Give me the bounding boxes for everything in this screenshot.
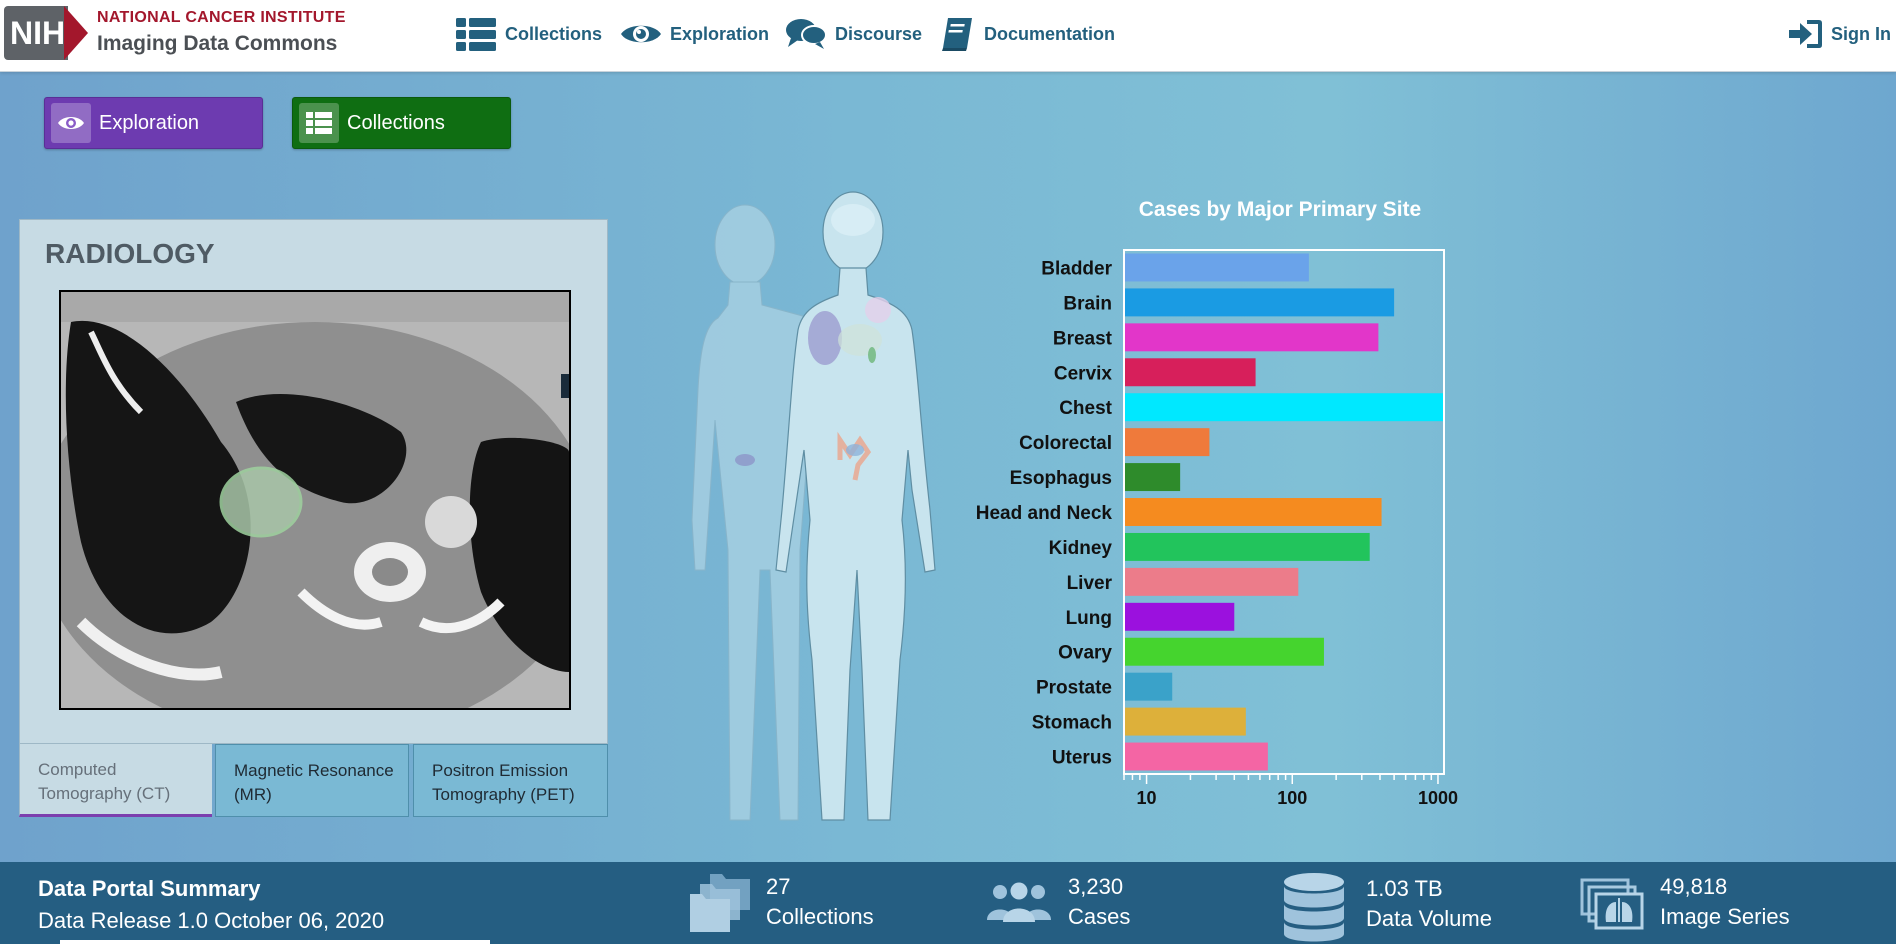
top-navbar: NIH NATIONAL CANCER INSTITUTE Imaging Da…	[0, 0, 1896, 72]
x-tick-label: 1000	[1418, 788, 1458, 808]
stat-image-series-label: Image Series	[1660, 904, 1790, 929]
category-label: Uterus	[1052, 748, 1112, 769]
table-list-icon	[455, 16, 497, 52]
liver-organ	[808, 311, 842, 365]
exploration-button-label: Exploration	[99, 111, 200, 134]
folders-icon	[688, 872, 752, 939]
stat-data-volume: 1.03 TB Data Volume	[1282, 872, 1492, 944]
body-map-figure[interactable]	[650, 190, 950, 830]
radiology-panel: RADIOLOGY	[19, 219, 608, 744]
stat-collections: 27 Collections	[688, 872, 874, 939]
category-label: Breast	[1053, 328, 1113, 349]
nav-documentation[interactable]: Documentation	[940, 14, 1115, 54]
nav-exploration-label: Exploration	[670, 23, 770, 44]
category-label: Brain	[1063, 293, 1112, 314]
stat-cases: 3,230 Cases	[986, 872, 1130, 932]
category-label: Liver	[1067, 573, 1113, 594]
bar-liver[interactable]	[1124, 567, 1299, 596]
nav-discourse[interactable]: Discourse	[785, 14, 922, 54]
bar-esophagus[interactable]	[1124, 463, 1181, 492]
org-name[interactable]: NATIONAL CANCER INSTITUTE	[97, 9, 346, 27]
nav-exploration[interactable]: Exploration	[620, 14, 769, 54]
nih-logo-chevron	[64, 6, 88, 60]
category-label: Bladder	[1041, 258, 1112, 279]
bar-lung[interactable]	[1124, 602, 1235, 631]
bar-uterus[interactable]	[1124, 742, 1268, 771]
nav-collections[interactable]: Collections	[455, 14, 602, 54]
stat-image-series-value: 49,818	[1660, 874, 1728, 899]
stat-collections-label: Collections	[766, 904, 874, 929]
sign-in-icon	[1787, 18, 1823, 50]
summary-title: Data Portal Summary	[38, 876, 261, 901]
bar-brain[interactable]	[1124, 288, 1395, 317]
category-label: Chest	[1059, 398, 1112, 419]
chart-title: Cases by Major Primary Site	[1138, 198, 1422, 221]
tab-positron-emission-tomography[interactable]: Positron Emission Tomography (PET)	[413, 744, 608, 817]
stat-data-volume-label: Data Volume	[1366, 906, 1492, 931]
stat-image-series: 49,818 Image Series	[1580, 872, 1790, 937]
breast-organ	[865, 297, 891, 323]
category-label: Prostate	[1036, 678, 1112, 699]
category-label: Cervix	[1054, 363, 1113, 384]
book-icon	[940, 16, 976, 52]
collections-button[interactable]: Collections	[292, 97, 511, 149]
bar-head-and-neck[interactable]	[1124, 498, 1382, 526]
cases-by-site-chart[interactable]: Bladder Brain Breast Cervix Chest Colorectal E…	[960, 240, 1480, 820]
eye-icon	[51, 103, 91, 143]
category-label: Ovary	[1058, 643, 1112, 664]
stat-data-volume-value: 1.03 TB	[1366, 876, 1443, 901]
nih-logo[interactable]: NIH	[4, 6, 68, 60]
stat-cases-value: 3,230	[1068, 874, 1124, 899]
sign-in-label: Sign In	[1831, 23, 1891, 44]
category-label: Lung	[1066, 608, 1112, 629]
x-tick-label: 100	[1277, 788, 1307, 808]
tab-magnetic-resonance[interactable]: Magnetic Resonance (MR)	[215, 744, 409, 817]
bar-prostate[interactable]	[1124, 672, 1173, 701]
bar-bladder[interactable]	[1124, 253, 1309, 282]
bar-stomach[interactable]	[1124, 707, 1246, 736]
bar-chest[interactable]	[1124, 393, 1444, 422]
people-icon	[986, 872, 1052, 932]
nav-documentation-label: Documentation	[984, 23, 1116, 44]
bar-kidney[interactable]	[1124, 532, 1370, 561]
category-label: Colorectal	[1019, 433, 1112, 454]
bar-cervix[interactable]	[1124, 358, 1256, 387]
category-label: Head and Neck	[976, 503, 1113, 524]
radiology-title: RADIOLOGY	[45, 238, 215, 269]
prostate-organ	[735, 454, 755, 466]
tab-computed-tomography[interactable]: Computed Tomography (CT)	[19, 744, 212, 817]
release-info: Data Release 1.0 October 06, 2020	[38, 908, 385, 933]
data-portal-summary: Data Portal Summary Data Release 1.0 Oct…	[0, 862, 1896, 944]
collections-button-label: Collections	[347, 111, 445, 134]
footer-underline	[60, 940, 490, 944]
database-icon	[1282, 872, 1346, 944]
bar-colorectal[interactable]	[1124, 428, 1210, 457]
stat-collections-value: 27	[766, 874, 791, 899]
stat-cases-label: Cases	[1068, 904, 1131, 929]
chat-bubbles-icon	[785, 17, 827, 51]
image-series-icon	[1580, 872, 1646, 937]
table-list-icon	[299, 103, 339, 143]
nav-collections-label: Collections	[505, 23, 603, 44]
product-name[interactable]: Imaging Data Commons	[97, 32, 337, 56]
nav-discourse-label: Discourse	[835, 23, 923, 44]
ct-scan-image[interactable]	[59, 290, 571, 710]
bar-breast[interactable]	[1124, 323, 1379, 352]
eye-icon	[620, 19, 662, 49]
modality-tabs: Computed Tomography (CT) Magnetic Resona…	[19, 744, 608, 817]
sign-in-link[interactable]: Sign In	[1787, 14, 1891, 54]
bar-ovary[interactable]	[1124, 637, 1324, 666]
category-label: Kidney	[1049, 538, 1113, 559]
category-label: Esophagus	[1010, 468, 1112, 489]
x-tick-label: 10	[1137, 788, 1157, 808]
category-label: Stomach	[1032, 713, 1112, 734]
exploration-button[interactable]: Exploration	[44, 97, 263, 149]
